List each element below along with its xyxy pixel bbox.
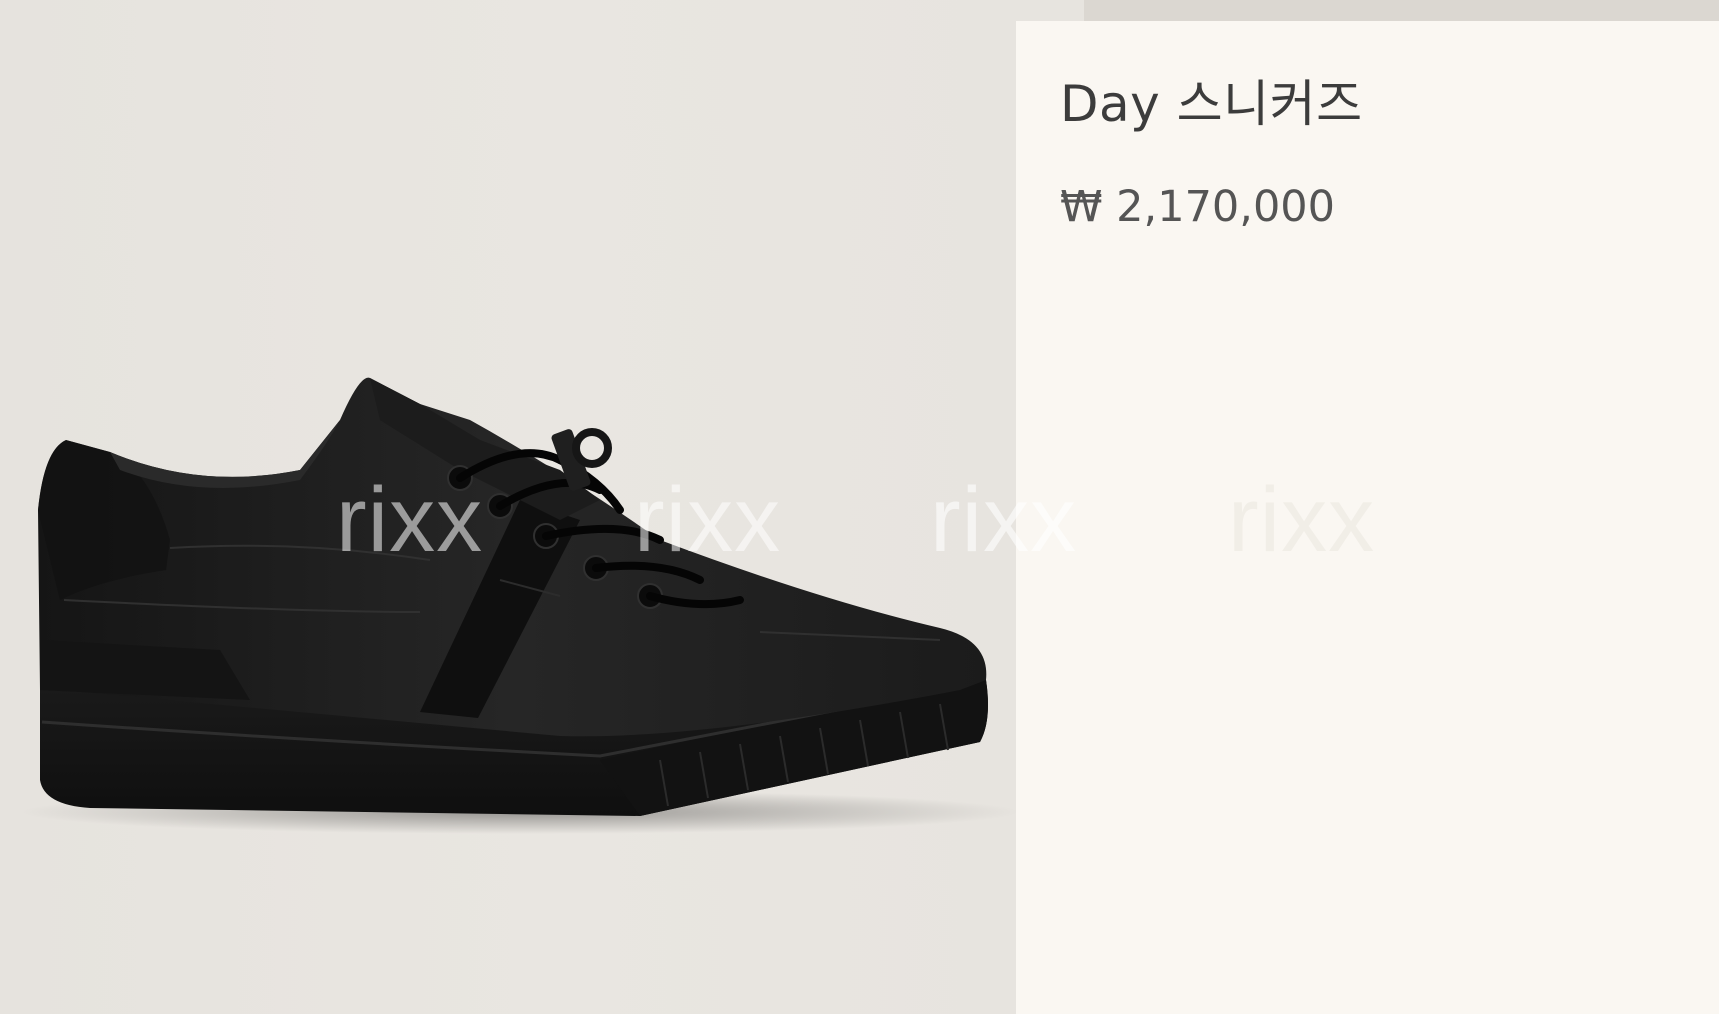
sneaker-image bbox=[20, 377, 1016, 834]
product-page: rixx rixx rixx rixx Day 스니커즈 ₩ 2,170,000 bbox=[0, 0, 1719, 1014]
top-divider bbox=[1084, 0, 1719, 21]
product-info-panel bbox=[1016, 21, 1719, 1014]
product-price: ₩ 2,170,000 bbox=[1060, 182, 1336, 232]
product-title: Day 스니커즈 bbox=[1060, 75, 1363, 133]
product-image[interactable]: rixx rixx bbox=[0, 0, 1016, 1014]
